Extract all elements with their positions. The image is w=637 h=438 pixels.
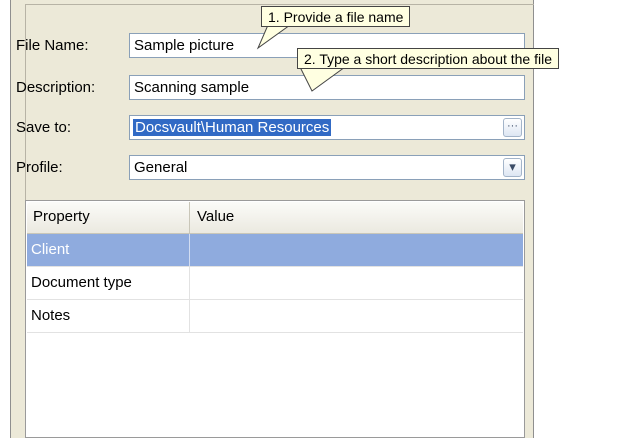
description-label: Description:	[16, 79, 96, 96]
save-to-value: Docsvault\Human Resources	[133, 119, 332, 136]
file-name-value: Sample picture	[134, 37, 235, 54]
callout-description: 2. Type a short description about the fi…	[297, 48, 560, 69]
chevron-down-icon[interactable]: ▾	[503, 158, 522, 177]
grid-header: Property Value	[27, 202, 523, 234]
row-property: Client	[31, 241, 70, 258]
save-to-label: Save to:	[16, 119, 72, 136]
column-divider	[189, 202, 190, 233]
grid-row-notes[interactable]: Notes	[27, 300, 523, 333]
callout-file-name-text: 1. Provide a file name	[268, 9, 404, 25]
callout-description-text: 2. Type a short description about the fi…	[304, 51, 553, 67]
row-property: Document type	[31, 274, 132, 291]
description-value: Scanning sample	[134, 79, 250, 96]
save-to-field[interactable]: Docsvault\Human Resources ···	[129, 115, 525, 140]
column-header-property[interactable]: Property	[33, 208, 90, 225]
properties-grid: Property Value Client Document type Note…	[25, 200, 525, 438]
profile-dropdown[interactable]: General ▾	[129, 155, 525, 180]
file-name-label: File Name:	[16, 37, 89, 54]
cell-divider	[189, 234, 190, 266]
cell-divider	[189, 300, 190, 332]
grid-row-document-type[interactable]: Document type	[27, 267, 523, 300]
browse-button[interactable]: ···	[503, 118, 522, 137]
cell-divider	[189, 267, 190, 299]
row-property: Notes	[31, 307, 71, 324]
column-header-value[interactable]: Value	[197, 208, 234, 225]
callout-file-name: 1. Provide a file name	[261, 6, 411, 27]
grid-row-client[interactable]: Client	[27, 234, 523, 267]
profile-label: Profile:	[16, 159, 63, 176]
profile-value: General	[134, 159, 188, 176]
description-field[interactable]: Scanning sample	[129, 75, 525, 100]
